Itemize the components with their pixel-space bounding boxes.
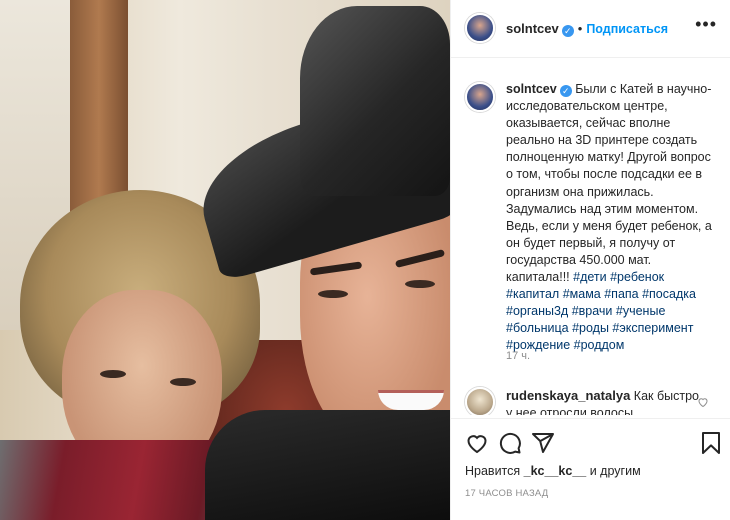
action-icons <box>465 431 723 455</box>
caption-text: solntcev ✓ Были с Катей в научно-исследов… <box>506 81 718 355</box>
header-separator: • <box>577 21 583 36</box>
like-icon[interactable] <box>465 431 489 455</box>
share-icon[interactable] <box>531 431 555 455</box>
likes-prefix: Нравится <box>465 464 521 478</box>
post-photo[interactable] <box>0 0 450 520</box>
save-bookmark-icon[interactable] <box>699 431 723 455</box>
post-side-panel: solntcev ✓ • Подписаться ••• solntcev ✓ Были… <box>450 0 730 520</box>
more-options-icon[interactable]: ••• <box>695 14 717 35</box>
caption-username[interactable]: solntcev <box>506 82 557 96</box>
caption-body: Были с Катей в научно-исследовательском … <box>506 82 712 285</box>
header-line: solntcev ✓ • Подписаться <box>506 20 668 38</box>
likes-line: Нравится _kc__kc__ и другим <box>465 464 641 478</box>
man-right-eye <box>405 280 435 288</box>
comment-like-icon[interactable] <box>697 396 709 411</box>
likes-suffix[interactable]: и другим <box>590 464 641 478</box>
man-hat-crown <box>300 6 450 196</box>
caption-verified-icon: ✓ <box>559 85 572 97</box>
woman-right-eye <box>170 378 196 386</box>
caption-time: 17 ч. <box>506 350 531 362</box>
caption-block: solntcev ✓ Были с Катей в научно-исследов… <box>451 70 730 370</box>
comment-icon[interactable] <box>498 431 522 455</box>
post-actions: Нравится _kc__kc__ и другим 17 ЧАСОВ НАЗ… <box>451 418 730 518</box>
man-left-eye <box>318 290 348 298</box>
comment-item: rudenskaya_natalya Как быстро у нее отро… <box>451 385 730 415</box>
verified-badge-icon: ✓ <box>561 25 574 37</box>
man-smile <box>378 390 444 410</box>
comment-text: rudenskaya_natalya Как быстро у нее отро… <box>506 387 706 415</box>
post-timestamp[interactable]: 17 ЧАСОВ НАЗАД <box>465 488 548 499</box>
author-username[interactable]: solntcev <box>506 21 559 36</box>
author-avatar[interactable] <box>465 13 495 43</box>
caption-avatar[interactable] <box>465 82 495 112</box>
commenter-username[interactable]: rudenskaya_natalya <box>506 388 630 403</box>
woman-left-eye <box>100 370 126 378</box>
man-coat <box>205 410 450 520</box>
follow-button[interactable]: Подписаться <box>586 22 668 36</box>
likes-user-link[interactable]: _kc__kc__ <box>524 464 587 478</box>
commenter-avatar[interactable] <box>465 387 495 415</box>
post-header: solntcev ✓ • Подписаться ••• <box>451 0 730 58</box>
